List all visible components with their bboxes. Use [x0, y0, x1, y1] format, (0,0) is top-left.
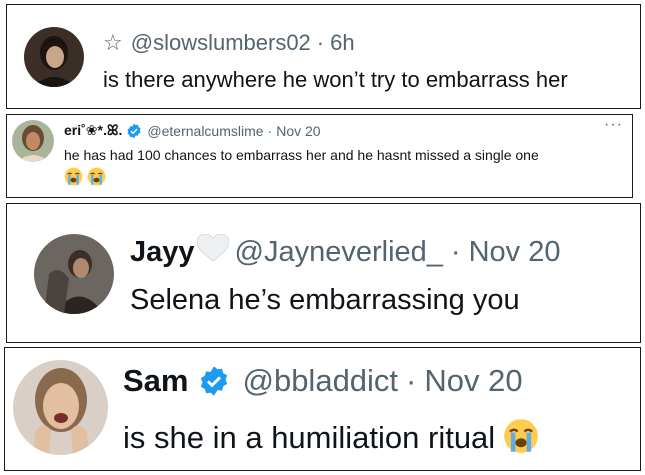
loudly-crying-face-icon	[64, 167, 83, 186]
loudly-crying-face-icon	[87, 167, 106, 186]
tweet-text: he has had 100 chances to embarrass her …	[64, 147, 539, 163]
avatar[interactable]	[12, 120, 54, 162]
tweet-header: eri˚❀*.ꕤ. @eternalcumslime · Nov 20	[64, 122, 321, 139]
tweet-card-2[interactable]: eri˚❀*.ꕤ. @eternalcumslime · Nov 20 ··· …	[6, 114, 633, 198]
separator-dot: ·	[406, 363, 417, 398]
emoji-group	[64, 167, 106, 186]
user-handle[interactable]: @eternalcumslime	[147, 123, 263, 139]
loudly-crying-face-icon	[503, 418, 539, 454]
tweet-text-container: is she in a humiliation ritual	[123, 418, 539, 456]
tweet-text: is there anywhere he won’t try to embarr…	[103, 67, 568, 92]
timestamp[interactable]: 6h	[330, 30, 354, 56]
tweet-card-4[interactable]: Sam @bbladdict · Nov 20 is she in a humi…	[4, 347, 641, 471]
tweet-card-3[interactable]: Jayy @Jayneverlied_ · Nov 20 Selena he’s…	[6, 203, 641, 343]
user-handle[interactable]: @slowslumbers02	[131, 30, 311, 56]
avatar[interactable]	[34, 234, 114, 314]
avatar[interactable]	[13, 360, 108, 455]
star-icon: ☆	[103, 30, 123, 55]
user-handle[interactable]: @bbladdict	[242, 363, 398, 399]
tweet-text: is she in a humiliation ritual	[123, 420, 496, 455]
timestamp[interactable]: Nov 20	[276, 123, 320, 139]
separator-dot: ·	[450, 235, 461, 268]
display-name[interactable]: eri˚❀*.ꕤ.	[64, 122, 122, 139]
separator-dot: ·	[267, 122, 273, 139]
display-name[interactable]: Jayy	[130, 236, 195, 269]
timestamp[interactable]: Nov 20	[424, 363, 522, 399]
timestamp[interactable]: Nov 20	[469, 236, 561, 269]
white-heart-icon	[196, 233, 230, 270]
verified-badge-icon	[126, 123, 142, 139]
tweet-header: Jayy @Jayneverlied_ · Nov 20	[130, 233, 561, 270]
tweet-header: ☆ @slowslumbers02 · 6h	[103, 30, 355, 56]
user-handle[interactable]: @Jayneverlied_	[235, 236, 443, 269]
verified-badge-icon	[198, 365, 230, 397]
separator-dot: ·	[316, 30, 325, 55]
display-name[interactable]: Sam	[123, 363, 188, 399]
more-options-icon[interactable]: ···	[604, 116, 623, 134]
avatar[interactable]	[24, 27, 84, 87]
tweet-card-1[interactable]: ☆ @slowslumbers02 · 6h is there anywhere…	[6, 4, 641, 109]
tweet-text: Selena he’s embarrassing you	[130, 284, 520, 316]
tweet-header: Sam @bbladdict · Nov 20	[123, 363, 523, 399]
